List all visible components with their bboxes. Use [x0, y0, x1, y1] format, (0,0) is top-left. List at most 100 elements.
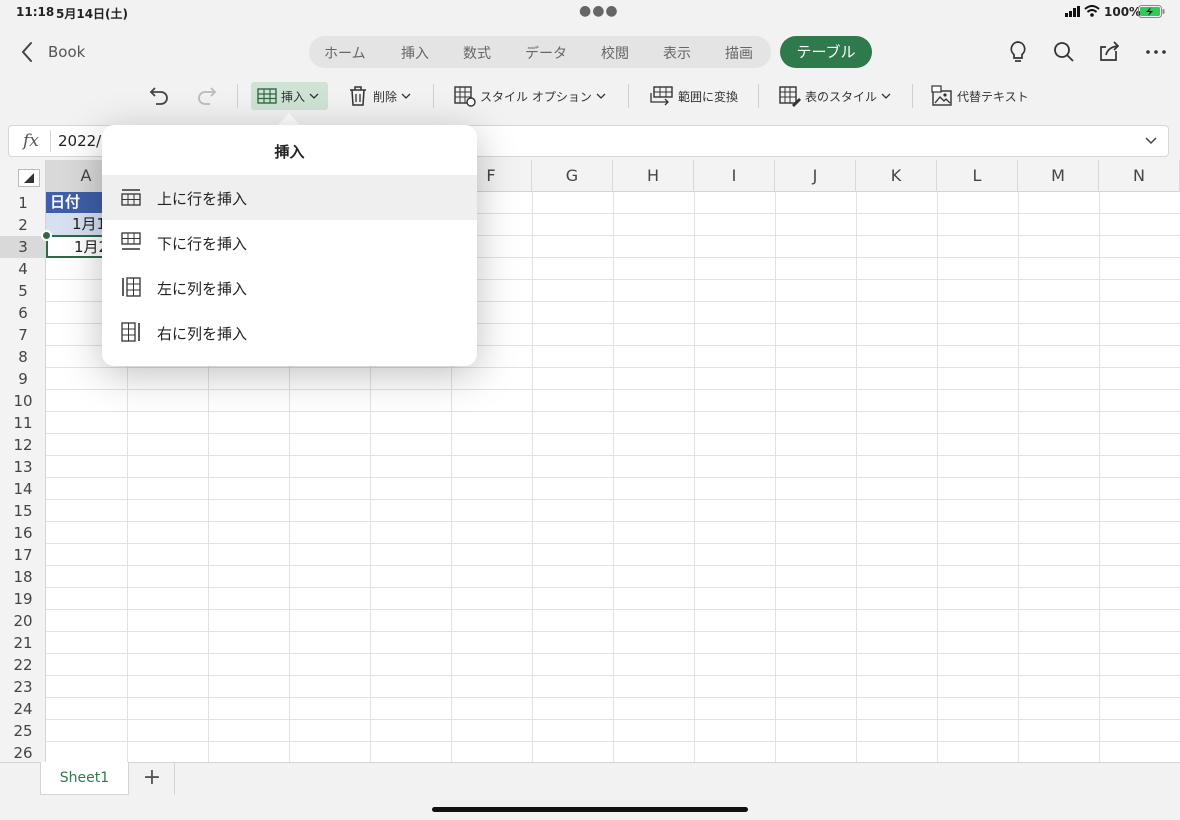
battery-percent: 100% — [1104, 5, 1142, 19]
grid-line — [46, 631, 1180, 632]
tab-draw[interactable]: 描画 — [725, 43, 753, 63]
delete-button[interactable]: 削除 — [347, 82, 411, 110]
select-all-icon[interactable] — [18, 169, 40, 187]
row-header[interactable]: 21 — [0, 632, 46, 654]
row-header[interactable]: 4 — [0, 258, 46, 280]
alt-text-icon — [931, 85, 952, 106]
insert-row-above-label: 上に行を挿入 — [157, 190, 248, 208]
grid-line — [46, 719, 1180, 720]
tab-view[interactable]: 表示 — [663, 43, 691, 63]
row-header[interactable]: 11 — [0, 412, 46, 434]
tab-review[interactable]: 校閲 — [601, 43, 629, 63]
column-header-j[interactable]: J — [775, 160, 856, 192]
grid-line — [46, 455, 1180, 456]
grid-line — [46, 741, 1180, 742]
toolbar-divider — [433, 84, 434, 108]
tab-insert[interactable]: 挿入 — [401, 43, 429, 63]
row-header[interactable]: 13 — [0, 456, 46, 478]
row-header[interactable]: 8 — [0, 346, 46, 368]
ribbon-tab-bar: ホーム 挿入 数式 データ 校閲 表示 描画 — [309, 36, 771, 68]
grid-line — [46, 411, 1180, 412]
multitasking-dots-icon[interactable]: ●●● — [579, 3, 619, 19]
row-header[interactable]: 24 — [0, 698, 46, 720]
row-header[interactable]: 1 — [0, 192, 46, 214]
row-header[interactable]: 25 — [0, 720, 46, 742]
insert-button[interactable]: 挿入 — [251, 82, 328, 110]
alt-text-button[interactable]: 代替テキスト — [931, 82, 1029, 110]
lightbulb-icon[interactable] — [1004, 38, 1032, 66]
share-icon[interactable] — [1096, 38, 1124, 66]
column-header-h[interactable]: H — [613, 160, 694, 192]
style-options-button[interactable]: スタイル オプション — [454, 82, 606, 110]
chevron-down-icon — [881, 93, 891, 99]
search-icon[interactable] — [1050, 38, 1078, 66]
tab-table[interactable]: テーブル — [780, 36, 872, 68]
tab-data[interactable]: データ — [525, 43, 567, 63]
insert-column-left-item[interactable]: 左に列を挿入 — [102, 265, 477, 310]
insert-row-below-item[interactable]: 下に行を挿入 — [102, 220, 477, 265]
formula-input[interactable]: 2022/ — [58, 132, 101, 150]
status-time: 11:18 — [16, 5, 55, 19]
grid-line — [46, 521, 1180, 522]
row-header[interactable]: 26 — [0, 742, 46, 762]
selection-handle[interactable] — [41, 230, 52, 241]
tab-formulas[interactable]: 数式 — [463, 43, 491, 63]
row-header[interactable]: 18 — [0, 566, 46, 588]
redo-icon[interactable] — [193, 82, 219, 108]
table-style-label: 表のスタイル — [805, 89, 878, 104]
column-header-n[interactable]: N — [1099, 160, 1180, 192]
table-settings-icon — [454, 86, 476, 107]
row-header[interactable]: 20 — [0, 610, 46, 632]
back-chevron-icon[interactable] — [14, 38, 42, 66]
table-style-button[interactable]: 表のスタイル — [779, 82, 891, 110]
insert-column-right-item[interactable]: 右に列を挿入 — [102, 310, 477, 355]
row-header[interactable]: 15 — [0, 500, 46, 522]
insert-row-above-item[interactable]: 上に行を挿入 — [102, 175, 477, 220]
row-header[interactable]: 19 — [0, 588, 46, 610]
grid-line — [46, 587, 1180, 588]
row-header[interactable]: 14 — [0, 478, 46, 500]
grid-line — [46, 543, 1180, 544]
style-options-label: スタイル オプション — [480, 89, 592, 104]
more-options-icon[interactable] — [1142, 38, 1170, 66]
row-header[interactable]: 10 — [0, 390, 46, 412]
column-header-i[interactable]: I — [694, 160, 775, 192]
toolbar-divider — [912, 84, 913, 108]
row-header[interactable]: 6 — [0, 302, 46, 324]
row-header[interactable]: 23 — [0, 676, 46, 698]
row-header[interactable]: 16 — [0, 522, 46, 544]
row-header[interactable]: 22 — [0, 654, 46, 676]
convert-range-icon — [650, 86, 673, 106]
toolbar-divider — [237, 84, 238, 108]
insert-row-above-icon — [121, 189, 141, 206]
grid-line — [46, 565, 1180, 566]
row-header[interactable]: 7 — [0, 324, 46, 346]
insert-label: 挿入 — [281, 89, 306, 104]
add-sheet-button[interactable]: + — [130, 763, 175, 795]
column-header-l[interactable]: L — [937, 160, 1018, 192]
row-header[interactable]: 3 — [0, 236, 46, 258]
document-title[interactable]: Book — [48, 43, 85, 61]
row-header[interactable]: 17 — [0, 544, 46, 566]
column-header-m[interactable]: M — [1018, 160, 1099, 192]
home-indicator[interactable] — [432, 807, 748, 812]
grid-line — [46, 433, 1180, 434]
status-bar: 11:18 5月14日(土) ●●● 100% — [0, 0, 1180, 24]
undo-icon[interactable] — [147, 82, 173, 108]
row-header[interactable]: 5 — [0, 280, 46, 302]
chevron-down-icon — [596, 93, 606, 99]
grid-line — [46, 609, 1180, 610]
row-header[interactable]: 12 — [0, 434, 46, 456]
signal-icon — [1065, 6, 1080, 17]
column-header-g[interactable]: G — [532, 160, 613, 192]
sheet-tab-sheet1[interactable]: Sheet1 — [40, 762, 129, 795]
row-header[interactable]: 9 — [0, 368, 46, 390]
toolbar-divider — [758, 84, 759, 108]
convert-to-range-button[interactable]: 範囲に変換 — [648, 82, 738, 110]
tab-home[interactable]: ホーム — [324, 43, 366, 63]
chevron-down-icon — [401, 93, 411, 99]
grid-line — [46, 389, 1180, 390]
row-header[interactable]: 2 — [0, 214, 46, 236]
column-header-k[interactable]: K — [856, 160, 937, 192]
chevron-down-icon[interactable] — [1144, 134, 1158, 148]
